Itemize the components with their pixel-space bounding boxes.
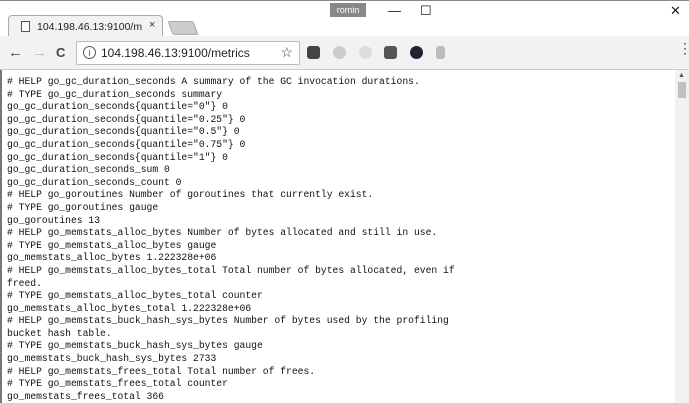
extension-e-icon[interactable] — [410, 46, 423, 59]
metric-line: # HELP go_memstats_alloc_bytes_total Tot… — [7, 264, 455, 276]
new-tab-button[interactable] — [167, 21, 199, 35]
reload-button[interactable]: C — [56, 45, 65, 60]
metric-line: go_memstats_buck_hash_sys_bytes 2733 — [7, 353, 217, 365]
bookmark-star-icon[interactable]: ☆ — [280, 44, 293, 61]
extension-c-icon[interactable] — [333, 46, 346, 59]
menu-icon[interactable]: ⋮ — [678, 41, 689, 55]
tab-title: 104.198.46.13:9100/metrics — [37, 21, 142, 33]
metric-line: # TYPE go_memstats_alloc_bytes gauge — [7, 239, 217, 251]
metric-line: go_gc_duration_seconds{quantile="0.25"} … — [7, 113, 246, 125]
metric-line: go_goroutines 13 — [7, 214, 101, 226]
extension-moon-icon[interactable] — [359, 46, 372, 59]
metric-line: # TYPE go_gc_duration_seconds summary — [7, 88, 223, 100]
metric-line: go_memstats_alloc_bytes 1.222328e+06 — [7, 252, 217, 264]
metric-line: go_gc_duration_seconds_count 0 — [7, 176, 182, 188]
metric-line: # TYPE go_goroutines gauge — [7, 201, 159, 213]
maximize-button[interactable]: ☐ — [420, 3, 432, 19]
tab-metrics[interactable]: 104.198.46.13:9100/metrics × — [8, 15, 163, 38]
metric-line: freed. — [7, 277, 42, 289]
back-button[interactable]: ← — [8, 44, 23, 61]
metrics-text: # HELP go_gc_duration_seconds A summary … — [2, 70, 675, 403]
metric-line: # HELP go_memstats_buck_hash_sys_bytes N… — [7, 315, 449, 327]
metric-line: go_gc_duration_seconds{quantile="0.75"} … — [7, 138, 246, 150]
metric-line: go_gc_duration_seconds_sum 0 — [7, 164, 170, 176]
scrollbar[interactable]: ▲ — [675, 70, 689, 403]
metric-line: go_gc_duration_seconds{quantile="1"} 0 — [7, 151, 228, 163]
extension-database-icon[interactable] — [436, 46, 445, 59]
url-text[interactable]: 104.198.46.13:9100/metrics — [101, 46, 250, 60]
metric-line: # TYPE go_memstats_buck_hash_sys_bytes g… — [7, 340, 263, 352]
metric-line: # HELP go_goroutines Number of goroutine… — [7, 189, 374, 201]
metric-line: go_memstats_alloc_bytes_total 1.222328e+… — [7, 302, 252, 314]
extension-note-icon[interactable] — [384, 46, 397, 59]
pocket-icon[interactable] — [307, 46, 320, 59]
metric-line: go_gc_duration_seconds{quantile="0.5"} 0 — [7, 126, 240, 138]
minimize-button[interactable]: — — [388, 3, 401, 18]
page-content: # HELP go_gc_duration_seconds A summary … — [0, 70, 675, 403]
browser-toolbar: ← → C i 104.198.46.13:9100/metrics ☆ ⋮ — [0, 36, 689, 70]
metric-line: go_memstats_frees_total 366 — [7, 390, 164, 402]
metric-line: # TYPE go_memstats_frees_total counter — [7, 378, 228, 390]
scroll-up-icon[interactable]: ▲ — [678, 72, 685, 79]
title-bar: 104.198.46.13:9100/metrics × romin — ☐ ✕ — [0, 0, 689, 38]
close-window-button[interactable]: ✕ — [670, 3, 681, 19]
forward-button[interactable]: → — [32, 44, 47, 61]
metric-line: # HELP go_memstats_alloc_bytes Number of… — [7, 227, 438, 239]
scrollbar-thumb[interactable] — [678, 82, 686, 98]
metric-line: bucket hash table. — [7, 327, 112, 339]
metric-line: # TYPE go_memstats_alloc_bytes_total cou… — [7, 290, 263, 302]
metric-line: # HELP go_memstats_frees_total Total num… — [7, 365, 316, 377]
page-icon — [21, 21, 30, 32]
metric-line: go_gc_duration_seconds{quantile="0"} 0 — [7, 101, 228, 113]
profile-badge[interactable]: romin — [330, 3, 366, 17]
address-bar[interactable]: i 104.198.46.13:9100/metrics ☆ — [76, 41, 300, 65]
tab-close-icon[interactable]: × — [149, 19, 155, 31]
info-icon[interactable]: i — [83, 46, 96, 59]
metric-line: # HELP go_gc_duration_seconds A summary … — [7, 76, 420, 87]
